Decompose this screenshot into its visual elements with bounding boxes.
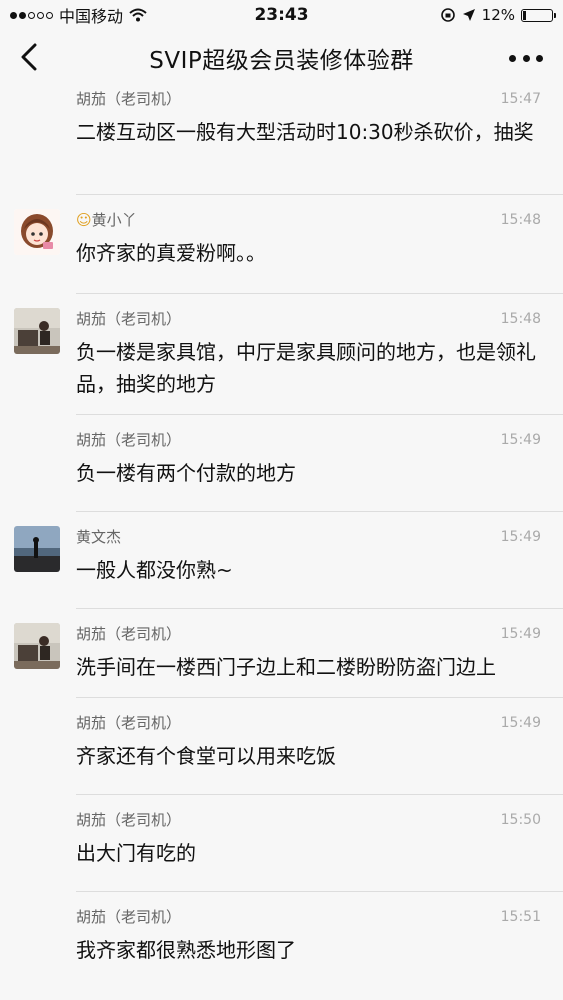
sender-name[interactable]: 胡茄（老司机）: [76, 623, 541, 645]
message-text: 我齐家都很熟悉地形图了: [76, 938, 296, 962]
message-list[interactable]: 胡茄（老司机） 15:47 二楼互动区一般有大型活动时10:30秒杀砍价，抽奖 …: [0, 86, 563, 966]
beach-photo-avatar-icon: [14, 526, 60, 572]
page-title: SVIP超级会员装修体验群: [149, 48, 414, 74]
message-text: 洗手间在一楼西门子边上和二楼盼盼防盗门边上: [76, 655, 496, 679]
message-item[interactable]: 胡茄（老司机） 15:47 二楼互动区一般有大型活动时10:30秒杀砍价，抽奖: [0, 86, 563, 180]
message-item[interactable]: 黄文杰 15:49 一般人都没你熟~: [0, 512, 563, 586]
wifi-icon: [129, 8, 147, 22]
carrier-name: 中国移动: [59, 7, 124, 26]
message-time: 15:48: [500, 212, 541, 228]
orientation-lock-icon: [440, 8, 455, 22]
message-text: 你齐家的真爱粉啊。。: [76, 241, 266, 265]
message-time: 15:47: [500, 91, 541, 107]
more-dot-icon: [509, 54, 516, 62]
message-item[interactable]: 胡茄（老司机） 15:49 齐家还有个食堂可以用来吃饭: [0, 698, 563, 772]
message-text: 一般人都没你熟~: [76, 558, 233, 582]
sender-name[interactable]: 胡茄（老司机）: [76, 712, 541, 734]
signal-strength-icon: [10, 11, 53, 19]
message-item[interactable]: ☺黄小丫 15:48 你齐家的真爱粉啊。。: [0, 195, 563, 269]
sender-name[interactable]: 胡茄（老司机）: [76, 429, 541, 451]
avatar[interactable]: [14, 209, 60, 255]
message-time: 15:48: [500, 311, 541, 327]
message-time: 15:49: [500, 529, 541, 545]
message-time: 15:51: [500, 909, 541, 925]
status-left: 中国移动: [10, 3, 147, 27]
battery-percent: 12%: [481, 6, 515, 24]
message-time: 15:49: [500, 626, 541, 642]
message-item[interactable]: 胡茄（老司机） 15:49 负一楼有两个付款的地方: [0, 415, 563, 489]
message-text: 二楼互动区一般有大型活动时10:30秒杀砍价，抽奖: [76, 120, 534, 144]
status-right: 12%: [440, 6, 556, 24]
sender-name[interactable]: ☺黄小丫: [76, 209, 541, 231]
avatar[interactable]: [14, 308, 60, 354]
message-item[interactable]: 胡茄（老司机） 15:48 负一楼是家具馆，中厅是家具顾问的地方，也是领礼品，抽…: [0, 294, 563, 400]
more-button[interactable]: [509, 46, 543, 70]
avatar[interactable]: [14, 623, 60, 669]
message-text: 出大门有吃的: [76, 841, 196, 865]
sender-name[interactable]: 胡茄（老司机）: [76, 809, 541, 831]
message-time: 15:49: [500, 715, 541, 731]
message-text: 齐家还有个食堂可以用来吃饭: [76, 744, 336, 768]
message-text: 负一楼有两个付款的地方: [76, 461, 296, 485]
message-item[interactable]: 胡茄（老司机） 15:51 我齐家都很熟悉地形图了: [0, 892, 563, 966]
message-text: 负一楼是家具馆，中厅是家具顾问的地方，也是领礼品，抽奖的地方: [76, 340, 536, 396]
message-item[interactable]: 胡茄（老司机） 15:50 出大门有吃的: [0, 795, 563, 869]
message-time: 15:50: [500, 812, 541, 828]
sender-name[interactable]: 黄文杰: [76, 526, 541, 548]
sender-name[interactable]: 胡茄（老司机）: [76, 906, 541, 928]
nav-bar: SVIP超级会员装修体验群: [0, 30, 563, 86]
message-item[interactable]: 胡茄（老司机） 15:49 洗手间在一楼西门子边上和二楼盼盼防盗门边上: [0, 609, 563, 683]
sender-name[interactable]: 胡茄（老司机）: [76, 88, 541, 110]
photo-avatar-icon: [14, 308, 60, 354]
location-arrow-icon: [462, 9, 475, 21]
more-dot-icon: [522, 54, 530, 62]
avatar[interactable]: [14, 526, 60, 572]
cartoon-girl-avatar-icon: [14, 209, 60, 255]
sender-name[interactable]: 胡茄（老司机）: [76, 308, 541, 330]
photo-avatar-icon: [14, 623, 60, 669]
sleepy-emoji-icon: ☺: [76, 211, 92, 229]
more-dot-icon: [536, 54, 543, 62]
battery-icon: [521, 8, 556, 22]
message-time: 15:49: [500, 432, 541, 448]
status-bar: 中国移动 23:43 12%: [0, 0, 563, 30]
